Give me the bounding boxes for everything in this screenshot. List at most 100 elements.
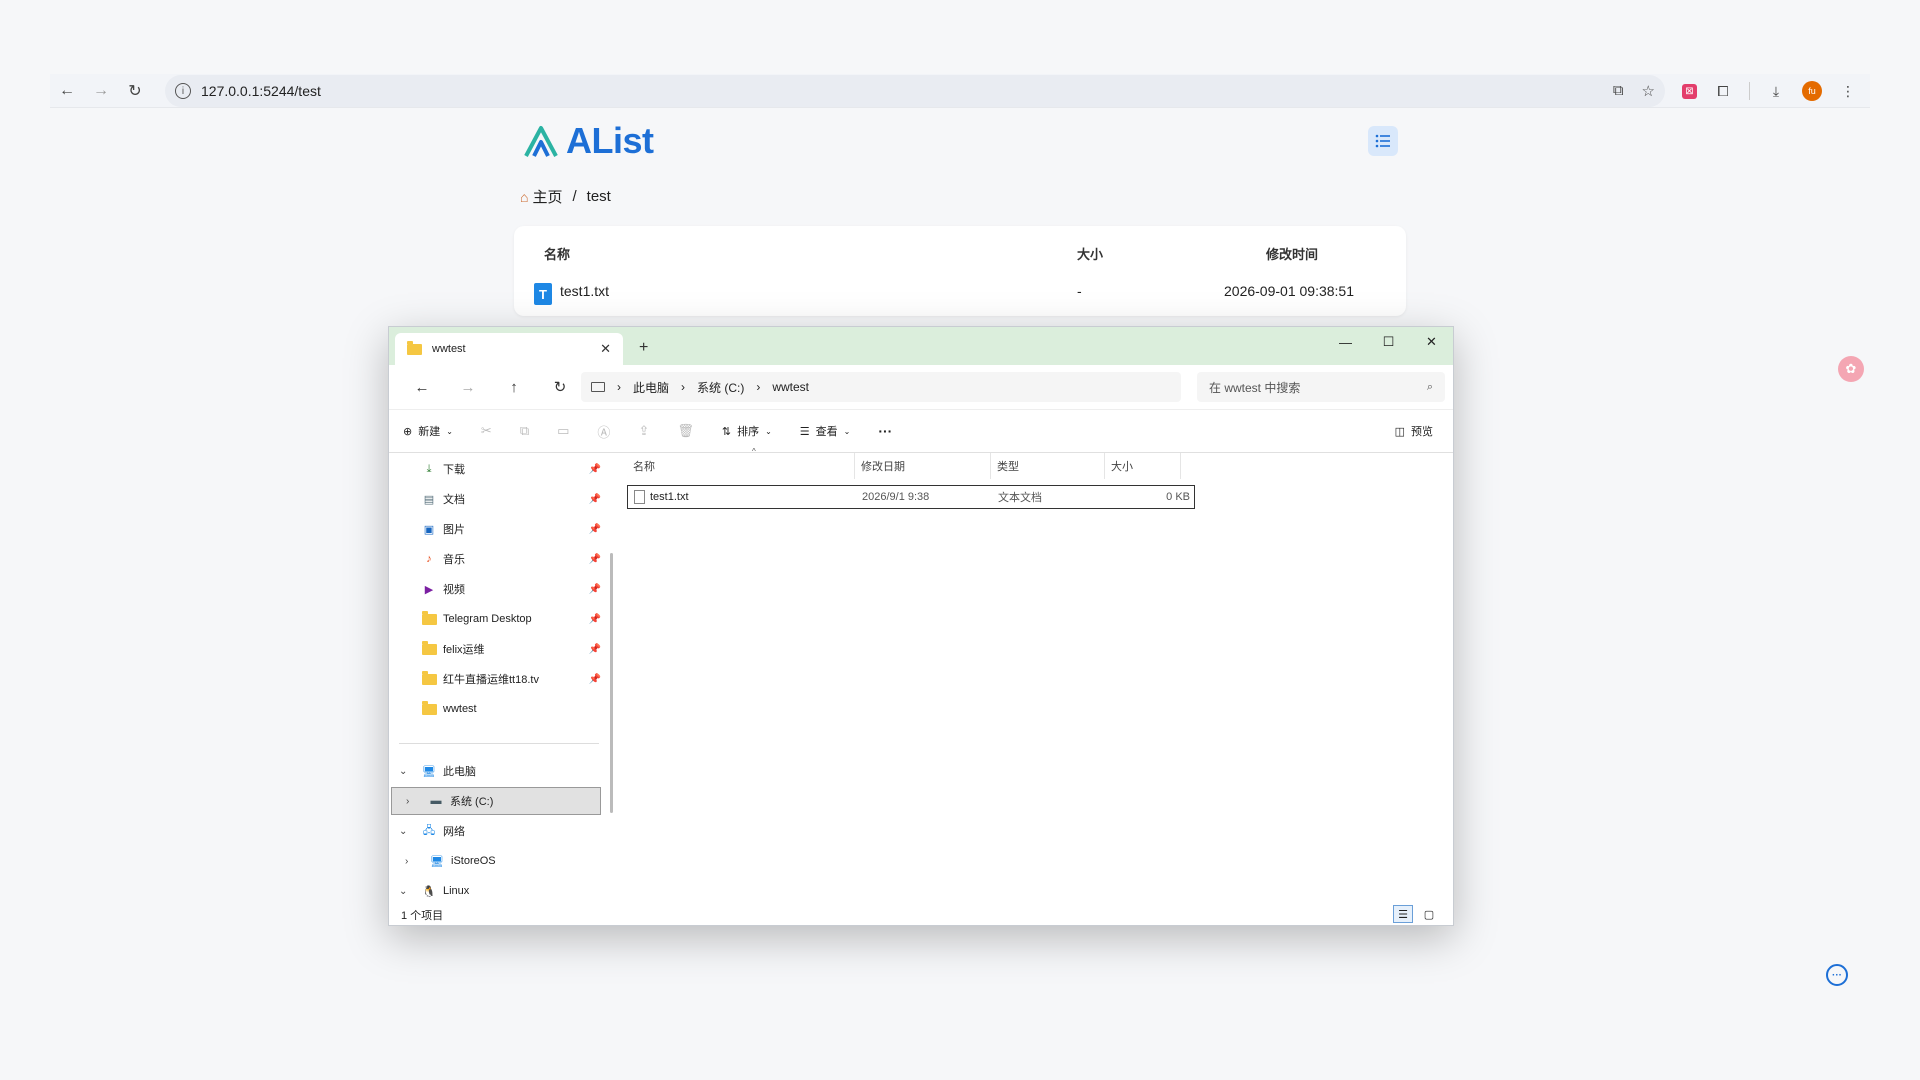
nav-item-music[interactable]: ♪ 音乐 📌 bbox=[389, 545, 605, 573]
bookmark-star-icon[interactable]: ☆ bbox=[1642, 82, 1655, 100]
explorer-back-icon[interactable]: ← bbox=[399, 379, 445, 396]
explorer-forward-icon[interactable]: → bbox=[445, 379, 491, 396]
explorer-refresh-icon[interactable]: ↻ bbox=[537, 378, 583, 396]
tab-close-icon[interactable]: ✕ bbox=[600, 341, 611, 357]
minimize-button[interactable]: — bbox=[1324, 327, 1367, 357]
preview-pane-button[interactable]: ◫ 预览 bbox=[1395, 423, 1433, 439]
install-app-icon[interactable]: ⧉ bbox=[1613, 82, 1624, 100]
nav-item-this-pc[interactable]: ⌄ 🖥 此电脑 bbox=[389, 757, 605, 785]
close-window-button[interactable]: ✕ bbox=[1410, 327, 1453, 357]
chevron-down-icon[interactable]: ⌄ bbox=[399, 766, 407, 777]
file-name[interactable]: test1.txt bbox=[560, 283, 609, 299]
nav-item-telegram[interactable]: Telegram Desktop 📌 bbox=[389, 605, 605, 633]
header-modified[interactable]: 修改时间 bbox=[1266, 244, 1318, 263]
column-header-size[interactable]: 大小 bbox=[1105, 453, 1181, 479]
new-tab-button[interactable]: + bbox=[639, 339, 648, 357]
address-sep-0[interactable]: › bbox=[617, 380, 621, 394]
explorer-tab[interactable]: wwtest ✕ bbox=[395, 333, 623, 365]
address-bar[interactable]: i 127.0.0.1:5244/test ⧉ ☆ bbox=[165, 75, 1665, 107]
nav-item-felix[interactable]: felix运维 📌 bbox=[389, 635, 605, 663]
address-sep-2[interactable]: › bbox=[756, 380, 760, 394]
address-segment-pc[interactable]: 此电脑 bbox=[633, 379, 669, 396]
document-icon: ▤ bbox=[423, 493, 435, 506]
column-header-name[interactable]: 名称 bbox=[627, 453, 855, 479]
folder-icon bbox=[421, 610, 437, 626]
list-icon bbox=[1375, 134, 1390, 148]
floating-translate-icon[interactable]: ✿ bbox=[1838, 356, 1864, 382]
extensions-puzzle-icon[interactable]: ⧠ bbox=[1713, 81, 1733, 101]
pin-icon[interactable]: 📌 bbox=[589, 554, 601, 565]
copy-icon[interactable]: ⧉ bbox=[520, 423, 529, 439]
nav-item-network[interactable]: ⌄ 🖧 网络 bbox=[389, 817, 605, 845]
address-sep-1[interactable]: › bbox=[681, 380, 685, 394]
nav-item-pictures[interactable]: ▣ 图片 📌 bbox=[389, 515, 605, 543]
explorer-address-bar[interactable]: › 此电脑 › 系统 (C:) › wwtest bbox=[581, 372, 1181, 402]
nav-scrollbar[interactable] bbox=[610, 553, 613, 813]
nav-label: 红牛直播运维tt18.tv bbox=[443, 674, 539, 686]
explorer-titlebar: wwtest ✕ + — ☐ ✕ bbox=[389, 327, 1453, 365]
pin-icon[interactable]: 📌 bbox=[589, 464, 601, 475]
forward-button[interactable]: → bbox=[84, 74, 118, 108]
tiles-view-icon[interactable]: ▢ bbox=[1419, 905, 1439, 923]
nav-label: 视频 bbox=[443, 584, 465, 596]
list-menu-button[interactable] bbox=[1368, 126, 1398, 156]
share-icon[interactable]: ⇪ bbox=[638, 423, 649, 439]
nav-item-hongniu[interactable]: 红牛直播运维tt18.tv 📌 bbox=[389, 665, 605, 693]
breadcrumb-current[interactable]: test bbox=[587, 188, 611, 205]
pin-icon[interactable]: 📌 bbox=[589, 614, 601, 625]
site-info-icon[interactable]: i bbox=[175, 83, 191, 99]
pin-icon[interactable]: 📌 bbox=[589, 524, 601, 535]
maximize-button[interactable]: ☐ bbox=[1367, 327, 1410, 357]
paste-icon[interactable]: ▭ bbox=[557, 423, 569, 439]
nav-item-videos[interactable]: ▶ 视频 📌 bbox=[389, 575, 605, 603]
downloads-icon[interactable]: ⤓ bbox=[1766, 81, 1786, 101]
nav-item-istoreos[interactable]: › 🖥 iStoreOS bbox=[389, 847, 605, 875]
url-text[interactable]: 127.0.0.1:5244/test bbox=[201, 83, 321, 99]
chevron-right-icon[interactable]: › bbox=[405, 856, 408, 867]
column-header-type[interactable]: 类型 bbox=[991, 453, 1105, 479]
header-size[interactable]: 大小 bbox=[1077, 244, 1103, 263]
address-segment-folder[interactable]: wwtest bbox=[772, 380, 809, 394]
new-button[interactable]: ⊕ 新建 ⌄ bbox=[403, 423, 453, 439]
toolbar-divider bbox=[1749, 82, 1750, 100]
text-file-icon: T bbox=[534, 283, 552, 305]
explorer-up-icon[interactable]: ↑ bbox=[491, 379, 537, 396]
rename-icon[interactable]: Ⓐ bbox=[597, 422, 610, 441]
file-size: - bbox=[1077, 283, 1082, 299]
nav-item-wwtest[interactable]: wwtest bbox=[389, 695, 605, 723]
explorer-search-input[interactable]: 在 wwtest 中搜索 ⌕ bbox=[1197, 372, 1445, 402]
reload-button[interactable]: ↻ bbox=[118, 74, 152, 108]
chevron-right-icon[interactable]: › bbox=[406, 796, 409, 807]
details-view-icon[interactable]: ☰ bbox=[1393, 905, 1413, 923]
nav-item-downloads[interactable]: ⤓ 下载 📌 bbox=[389, 455, 605, 483]
profile-avatar[interactable]: fu bbox=[1802, 81, 1822, 101]
pin-icon[interactable]: 📌 bbox=[589, 674, 601, 685]
nav-item-linux[interactable]: ⌄ 🐧 Linux bbox=[389, 877, 605, 905]
pin-icon[interactable]: 📌 bbox=[589, 584, 601, 595]
more-options-button[interactable]: ··· bbox=[878, 423, 892, 439]
header-name[interactable]: 名称 bbox=[544, 244, 570, 263]
pin-icon[interactable]: 📌 bbox=[589, 644, 601, 655]
download-icon: ⤓ bbox=[426, 462, 432, 475]
delete-icon[interactable]: 🗑 bbox=[677, 423, 694, 439]
cut-icon[interactable]: ✂ bbox=[481, 423, 492, 439]
column-header-date[interactable]: 修改日期 bbox=[855, 453, 991, 479]
alist-brand-name: AList bbox=[566, 120, 654, 161]
pin-icon[interactable]: 📌 bbox=[589, 494, 601, 505]
breadcrumb-home[interactable]: ⌂ 主页 bbox=[520, 186, 562, 207]
nav-item-documents[interactable]: ▤ 文档 📌 bbox=[389, 485, 605, 513]
chrome-menu-icon[interactable]: ⋮ bbox=[1838, 81, 1858, 101]
floating-chat-icon[interactable]: ··· bbox=[1826, 964, 1848, 986]
nav-item-drive-c[interactable]: › ▬ 系统 (C:) bbox=[391, 787, 601, 815]
address-segment-drive[interactable]: 系统 (C:) bbox=[697, 379, 744, 396]
extension-red-icon[interactable]: ⊠ bbox=[1682, 83, 1697, 99]
alist-logo[interactable]: AList bbox=[522, 120, 654, 162]
view-button[interactable]: ☰ 查看 ⌄ bbox=[800, 423, 851, 439]
folder-icon bbox=[421, 700, 437, 716]
chevron-down-icon[interactable]: ⌄ bbox=[399, 826, 407, 837]
file-list-row[interactable]: test1.txt 2026/9/1 9:38 文本文档 0 KB bbox=[627, 485, 1195, 509]
chevron-down-icon[interactable]: ⌄ bbox=[399, 886, 407, 897]
sort-button[interactable]: ⇅ 排序 ⌄ bbox=[722, 423, 772, 439]
back-button[interactable]: ← bbox=[50, 74, 84, 108]
file-row[interactable]: T test1.txt - 2026-09-01 09:38:51 bbox=[530, 280, 1390, 305]
